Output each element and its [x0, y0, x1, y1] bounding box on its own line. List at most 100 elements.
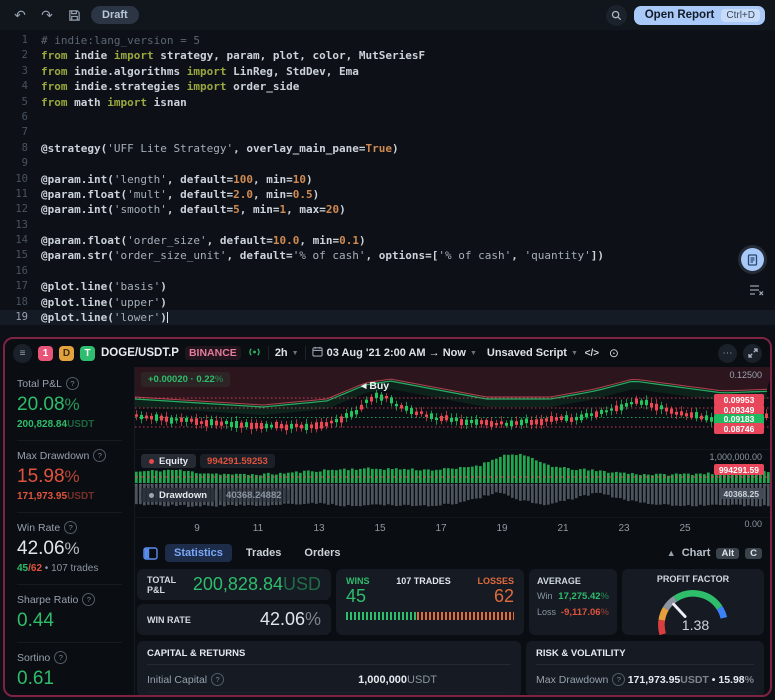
capital-returns-card: CAPITAL & RETURNS Initial Capital? 1,000…: [137, 641, 521, 697]
exchange-label: BINANCE: [185, 346, 241, 360]
undo-icon[interactable]: ↶: [10, 5, 30, 25]
price-chart[interactable]: +0.00020 · 0.22% ◀ Buy 0.12500 0.099530.…: [135, 367, 770, 449]
chart-toggle-label[interactable]: Chart: [682, 547, 711, 559]
risk-volatility-card: RISK & VOLATILITY Max Drawdown? 171,973.…: [526, 641, 764, 697]
redo-icon[interactable]: ↷: [37, 5, 57, 25]
top-toolbar: ↶ ↷ Draft Open Report Ctrl+D: [0, 0, 775, 30]
drawdown-legend[interactable]: Drawdown: [141, 488, 215, 502]
code-line[interactable]: 8@strategy('UFF Lite Strategy', overlay_…: [0, 141, 775, 156]
x-axis[interactable]: 0.00 91113151719212325: [135, 517, 770, 540]
change-badge: +0.00020 · 0.22%: [141, 372, 230, 387]
open-report-button[interactable]: Open Report Ctrl+D: [634, 6, 765, 25]
more-options-icon[interactable]: ⋯: [718, 344, 737, 363]
equity-value: 994291.59253: [200, 454, 275, 468]
code-line[interactable]: 18@plot.line('upper'): [0, 295, 775, 310]
draft-badge: Draft: [91, 6, 139, 24]
panel-toggle-icon[interactable]: [143, 547, 158, 560]
ratio-losses-segment: [417, 612, 514, 620]
assistant-button[interactable]: [741, 248, 764, 271]
x-axis-tick: 19: [496, 523, 507, 534]
x-axis-tick: 25: [679, 523, 690, 534]
equity-scale-top: 1,000,000.00: [709, 452, 762, 462]
tab-trades[interactable]: Trades: [237, 544, 290, 562]
tab-statistics[interactable]: Statistics: [165, 544, 232, 562]
metric-sharpe: Sharpe Ratio? 0.44: [17, 585, 122, 643]
equity-pane[interactable]: Equity 994291.59253 1,000,000.00 994291.…: [135, 449, 770, 483]
code-line[interactable]: 17@plot.line('basis'): [0, 279, 775, 294]
pane-badge-1[interactable]: 1: [38, 346, 53, 361]
code-line[interactable]: 2from indie import strategy, param, plot…: [0, 48, 775, 63]
kbd-c: C: [745, 548, 762, 559]
date-range-dropdown[interactable]: 03 Aug '21 2:00 AM → Now▼: [312, 346, 477, 360]
metric-sortino: Sortino? 0.61: [17, 643, 122, 697]
drawdown-pane[interactable]: Drawdown 40368.24882 40368.25: [135, 483, 770, 517]
code-line[interactable]: 9: [0, 156, 775, 171]
metric-total-pnl: Total P&L? 20.08% 200,828.84USDT: [17, 369, 122, 441]
help-icon[interactable]: ?: [211, 673, 224, 686]
equity-last-badge: 994291.59: [714, 464, 764, 475]
interval-dropdown[interactable]: 2h▼: [275, 347, 299, 359]
buy-marker: ◀ Buy: [361, 380, 389, 392]
report-tabs: Statistics Trades Orders ▲ Chart Alt C: [135, 540, 770, 566]
save-icon[interactable]: [64, 5, 84, 25]
panel-header: ≡ 1 D T DOGE/USDT.P BINANCE 2h▼: [5, 339, 770, 367]
equity-legend[interactable]: Equity: [141, 454, 196, 468]
ratio-wins-segment: [346, 612, 417, 620]
tab-orders[interactable]: Orders: [295, 544, 349, 562]
script-dropdown[interactable]: Unsaved Script▼: [487, 347, 578, 359]
x-axis-tick: 17: [435, 523, 446, 534]
code-line[interactable]: 16: [0, 264, 775, 279]
help-icon[interactable]: ?: [64, 521, 77, 534]
x-axis-tick: 23: [618, 523, 629, 534]
pane-badge-d[interactable]: D: [59, 346, 74, 361]
code-area: 1# indie:lang_version = 52from indie imp…: [0, 33, 775, 325]
source-code-icon[interactable]: </>: [584, 343, 600, 363]
metrics-sidebar: Total P&L? 20.08% 200,828.84USDT Max Dra…: [5, 367, 135, 697]
total-pnl-card: TOTALP&L 200,828.84USD: [137, 569, 331, 600]
help-icon[interactable]: ?: [612, 673, 625, 686]
code-line[interactable]: 7: [0, 125, 775, 140]
drawdown-value: 40368.24882: [219, 488, 288, 502]
code-line[interactable]: 12@param.int('smooth', default=5, min=1,…: [0, 202, 775, 217]
code-line[interactable]: 1# indie:lang_version = 5: [0, 33, 775, 48]
code-line[interactable]: 4from indie.strategies import order_side: [0, 79, 775, 94]
chart-column: +0.00020 · 0.22% ◀ Buy 0.12500 0.099530.…: [135, 367, 770, 697]
collapse-chevron-icon[interactable]: ▲: [667, 548, 676, 558]
kbd-alt: Alt: [716, 548, 739, 559]
target-icon[interactable]: ⊙: [606, 343, 622, 363]
price-scale-top: 0.12500: [729, 370, 762, 380]
x-axis-tick: 13: [313, 523, 324, 534]
metric-max-drawdown: Max Drawdown? 15.98% 171,973.95USDT: [17, 441, 122, 513]
code-line[interactable]: 11@param.float('mult', default=2.0, min=…: [0, 187, 775, 202]
search-icon[interactable]: [606, 5, 627, 26]
x-axis-tick: 21: [557, 523, 568, 534]
metric-win-rate: Win Rate? 42.06% 45/62 • 107 trades: [17, 513, 122, 585]
panel-menu-icon[interactable]: ≡: [13, 344, 32, 363]
code-line[interactable]: 10@param.int('length', default=100, min=…: [0, 172, 775, 187]
stats-cards: TOTALP&L 200,828.84USD WIN RATE 42.06% W…: [137, 569, 764, 635]
expand-icon[interactable]: [743, 344, 762, 363]
code-line[interactable]: 15@param.str('order_size_unit', default=…: [0, 248, 775, 263]
code-line[interactable]: 14@param.float('order_size', default=10.…: [0, 233, 775, 248]
average-card: AVERAGE Win 17,275.42% Loss -9,117.06%: [529, 569, 617, 635]
code-line[interactable]: 13: [0, 218, 775, 233]
code-line[interactable]: 19@plot.line('lower'): [0, 310, 775, 325]
help-icon[interactable]: ?: [93, 449, 106, 462]
code-line[interactable]: 3from indie.algorithms import LinReg, St…: [0, 64, 775, 79]
clear-console-icon[interactable]: [749, 283, 764, 301]
code-line[interactable]: 5from math import isnan: [0, 95, 775, 110]
win-loss-ratio-bar: [346, 612, 514, 620]
code-editor[interactable]: 1# indie:lang_version = 52from indie imp…: [0, 30, 775, 337]
live-stream-icon: [247, 347, 262, 360]
help-icon[interactable]: ?: [82, 593, 95, 606]
symbol-label[interactable]: DOGE/USDT.P: [101, 347, 179, 359]
x-axis-tick: 11: [253, 523, 263, 534]
x-axis-tick: 9: [194, 523, 200, 534]
drawdown-last-badge: 40368.25: [719, 488, 764, 499]
code-line[interactable]: 6: [0, 110, 775, 125]
app-window: ↶ ↷ Draft Open Report Ctrl+D 1# indie:la…: [0, 0, 775, 700]
help-icon[interactable]: ?: [54, 651, 67, 664]
help-icon[interactable]: ?: [66, 377, 79, 390]
price-level-badge: 0.08746: [714, 423, 764, 434]
pane-badge-t[interactable]: T: [80, 346, 95, 361]
